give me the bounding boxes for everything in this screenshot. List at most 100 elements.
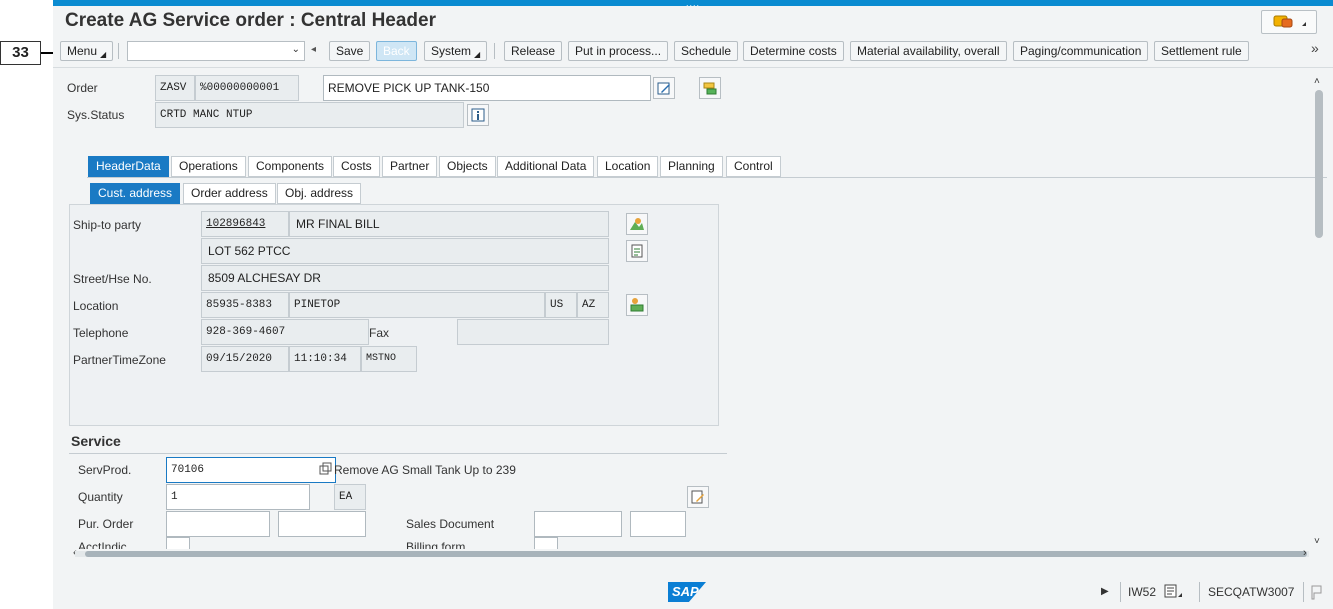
system-button[interactable]: System ◢ — [424, 41, 488, 61]
servprod-input[interactable]: 70106 — [166, 457, 336, 483]
status-info-button[interactable] — [467, 104, 489, 126]
tab-partner[interactable]: Partner — [382, 156, 438, 177]
tree-icon — [703, 82, 717, 95]
page-title: Create AG Service order : Central Header — [65, 10, 437, 31]
tab-headerdata[interactable]: HeaderData — [88, 156, 169, 177]
system-status-field: CRTD MANC NTUP — [155, 102, 464, 128]
tab-planning[interactable]: Planning — [660, 156, 723, 177]
menu-button[interactable]: Menu ◢ — [60, 41, 114, 61]
schedule-button[interactable]: Schedule — [674, 41, 739, 61]
subtab-order-address[interactable]: Order address — [183, 183, 276, 204]
tab-additional-data[interactable]: Additional Data — [497, 156, 595, 177]
help-icon — [1273, 15, 1306, 28]
put-in-process-button[interactable]: Put in process... — [568, 41, 669, 61]
tab-components[interactable]: Components — [248, 156, 333, 177]
postal-code-field: 85935-8383 — [201, 292, 289, 318]
quantity-label: Quantity — [78, 490, 123, 504]
list-icon — [1164, 584, 1182, 598]
quantity-input[interactable]: 1 — [166, 484, 310, 510]
scroll-right-icon[interactable]: › — [1303, 547, 1307, 559]
settlement-rule-button[interactable]: Settlement rule — [1154, 41, 1249, 61]
subtab-obj-address[interactable]: Obj. address — [277, 183, 362, 204]
tab-operations[interactable]: Operations — [171, 156, 246, 177]
subtab-cust-address[interactable]: Cust. address — [90, 183, 181, 204]
sap-window: .... Create AG Service order : Central H… — [53, 0, 1333, 609]
clipped-row: AcctIndic. Billing form — [53, 536, 1311, 549]
partner-timezone-label: PartnerTimeZone — [73, 353, 166, 367]
tab-location[interactable]: Location — [597, 156, 659, 177]
dropdown-icon: ◢ — [100, 50, 107, 59]
street-label: Street/Hse No. — [73, 272, 152, 286]
telephone-label: Telephone — [73, 326, 129, 340]
back-button[interactable]: Back — [376, 41, 417, 61]
fax-field — [457, 319, 609, 345]
value-help-icon[interactable] — [319, 462, 333, 479]
command-field[interactable]: ⌄ — [127, 41, 305, 61]
paging-communication-button[interactable]: Paging/communication — [1013, 41, 1149, 61]
unit-field: EA — [334, 484, 366, 510]
servprod-label: ServProd. — [78, 463, 132, 477]
session-list-icon[interactable] — [1163, 583, 1185, 602]
ship-to-name-field: MR FINAL BILL — [289, 211, 609, 237]
billing-form-input[interactable] — [534, 537, 558, 549]
determine-costs-button[interactable]: Determine costs — [743, 41, 844, 61]
value-help-glyph — [319, 462, 332, 475]
street-field: 8509 ALCHESAY DR — [201, 265, 609, 291]
service-edit-button[interactable] — [687, 486, 709, 508]
order-description-field[interactable]: REMOVE PICK UP TANK-150 — [323, 75, 651, 101]
tab-control[interactable]: Control — [726, 156, 781, 177]
save-button[interactable]: Save — [329, 41, 371, 61]
pur-order-label: Pur. Order — [78, 517, 134, 531]
toolbar-divider — [53, 67, 1333, 68]
scroll-up-icon[interactable]: ˄ — [1314, 76, 1320, 87]
phone-person-icon — [630, 298, 644, 312]
sales-document-input[interactable] — [534, 511, 622, 537]
transaction-code[interactable]: IW52 — [1128, 585, 1156, 599]
release-button[interactable]: Release — [504, 41, 563, 61]
edit-text-icon — [657, 82, 670, 95]
address-details-button[interactable] — [626, 240, 648, 262]
acct-indicator-input[interactable] — [166, 537, 190, 549]
partner-display-button[interactable] — [626, 213, 648, 235]
communication-button[interactable] — [626, 294, 648, 316]
telephone-field: 928-369-4607 — [201, 319, 369, 345]
info-icon — [471, 108, 485, 122]
help-button[interactable] — [1261, 10, 1317, 34]
tab-costs[interactable]: Costs — [333, 156, 380, 177]
chevron-down-icon[interactable]: ⌄ — [292, 44, 300, 55]
status-separator — [1199, 582, 1200, 602]
command-back-icon[interactable]: ◂ — [311, 44, 316, 55]
status-separator — [1120, 582, 1121, 602]
document-status-icon[interactable] — [1310, 584, 1324, 603]
flag-icon — [1311, 585, 1322, 600]
more-toolbar-icon[interactable]: » — [1311, 40, 1319, 56]
fax-label: Fax — [369, 326, 390, 340]
top-grip[interactable]: .... — [686, 0, 700, 8]
system-server-name: SECQATW3007 — [1208, 585, 1295, 599]
service-divider — [69, 453, 727, 454]
service-section-title: Service — [71, 433, 121, 449]
material-availability-button[interactable]: Material availability, overall — [850, 41, 1007, 61]
sap-logo: SAP — [668, 582, 706, 602]
sales-item-input[interactable] — [630, 511, 686, 537]
servprod-description: Remove AG Small Tank Up to 239 — [334, 463, 516, 477]
system-label: System — [431, 44, 472, 58]
ship-to-party-label: Ship-to party — [73, 218, 142, 232]
pur-order-date-input[interactable] — [278, 511, 366, 537]
date-field: 09/15/2020 — [201, 346, 289, 372]
edit-text-button[interactable] — [653, 77, 675, 99]
ship-to-party-link[interactable]: 102896843 — [201, 211, 289, 237]
dropdown-icon: ◢ — [474, 50, 481, 59]
sales-document-label: Sales Document — [406, 517, 495, 531]
vertical-scroll-thumb[interactable] — [1315, 90, 1323, 238]
object-tree-button[interactable] — [699, 77, 721, 99]
horizontal-scroll-thumb[interactable] — [85, 551, 1307, 557]
tab-objects[interactable]: Objects — [439, 156, 496, 177]
scroll-down-icon[interactable]: ˅ — [1314, 536, 1320, 547]
country-field: US — [545, 292, 577, 318]
expand-status-icon[interactable]: ▶ — [1101, 586, 1109, 597]
order-type-field: ZASV — [155, 75, 195, 101]
status-separator — [1303, 582, 1304, 602]
pur-order-input[interactable] — [166, 511, 270, 537]
order-number-field: %00000000001 — [195, 75, 299, 101]
